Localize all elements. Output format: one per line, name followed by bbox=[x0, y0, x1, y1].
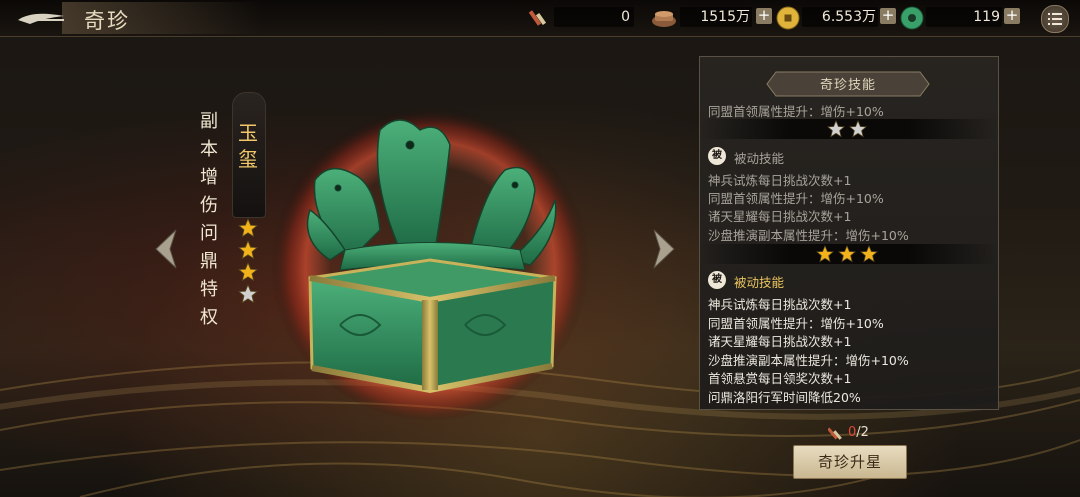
artifact-name: 玉 玺 bbox=[232, 120, 264, 172]
tier3-line: 首领悬赏每日领奖次数+1 bbox=[708, 371, 852, 386]
top-bar: 奇珍 0 1515万 + 6.553万 + 119 + bbox=[0, 0, 1080, 37]
tier3-line: 沙盘推演副本属性提升：增伤+10% bbox=[708, 353, 909, 368]
gold-coin-icon bbox=[776, 6, 800, 30]
tier3-star-band bbox=[700, 244, 998, 264]
artifact-star-rating bbox=[238, 218, 260, 306]
add-jade-button[interactable]: + bbox=[1004, 8, 1020, 24]
skill-panel-title: 奇珍技能 bbox=[819, 78, 876, 93]
privilege-char: 增 bbox=[200, 167, 218, 188]
tier2-line: 神兵试炼每日挑战次数+1 bbox=[708, 173, 852, 188]
privilege-char: 副 bbox=[200, 111, 218, 132]
resource-value: 0 bbox=[554, 7, 634, 27]
star-filled-icon bbox=[238, 262, 258, 282]
star-empty-icon bbox=[238, 284, 258, 304]
next-arrow-icon[interactable] bbox=[648, 228, 678, 270]
privilege-char: 特 bbox=[200, 279, 218, 300]
resource-ingot: 1515万 + bbox=[650, 7, 775, 29]
star-icon bbox=[860, 245, 878, 263]
privilege-text: 副 本 增 伤 问 鼎 特 权 bbox=[196, 108, 222, 332]
jade-seal-artifact-image bbox=[270, 100, 590, 420]
resource-value: 119 bbox=[926, 7, 1002, 27]
privilege-char: 问 bbox=[200, 223, 218, 244]
star-icon bbox=[827, 120, 845, 138]
resource-scroll: 0 bbox=[526, 7, 636, 29]
base-skill-line: 同盟首领属性提升：增伤+10% bbox=[708, 104, 884, 119]
artifact-name-char: 玺 bbox=[238, 147, 258, 171]
artifact-name-char: 玉 bbox=[238, 121, 258, 145]
scroll-icon bbox=[528, 10, 547, 26]
ingot-icon bbox=[652, 11, 676, 27]
list-icon bbox=[1048, 13, 1062, 25]
privilege-char: 权 bbox=[200, 307, 218, 328]
cost-need: 2 bbox=[860, 425, 869, 440]
resource-jade: 119 + bbox=[900, 6, 1025, 30]
tier2-heading: 被动技能 bbox=[734, 151, 785, 166]
jade-coin-icon bbox=[900, 6, 924, 30]
tier2-star-band bbox=[700, 119, 998, 139]
tier3-line: 诸天星耀每日挑战次数+1 bbox=[708, 334, 852, 349]
passive-badge: 被 bbox=[708, 271, 726, 289]
tier3-line: 问鼎洛阳行军时间降低20% bbox=[708, 390, 861, 405]
resource-gold-coin: 6.553万 + bbox=[776, 6, 896, 30]
menu-button[interactable] bbox=[1041, 5, 1069, 33]
star-icon bbox=[816, 245, 834, 263]
resource-value: 6.553万 bbox=[802, 7, 878, 27]
cost-text: 0/2 bbox=[848, 425, 869, 440]
upgrade-star-button[interactable]: 奇珍升星 bbox=[793, 445, 907, 479]
skill-panel: 奇珍技能 同盟首领属性提升：增伤+10% 被 被动技能 神兵试炼每日挑战次数+1… bbox=[699, 56, 999, 410]
scroll-icon bbox=[828, 427, 842, 440]
star-icon bbox=[838, 245, 856, 263]
page-title: 奇珍 bbox=[84, 9, 130, 33]
add-ingot-button[interactable]: + bbox=[756, 8, 772, 24]
tier3-line: 神兵试炼每日挑战次数+1 bbox=[708, 297, 852, 312]
star-icon bbox=[849, 120, 867, 138]
passive-badge: 被 bbox=[708, 147, 726, 165]
star-filled-icon bbox=[238, 240, 258, 260]
privilege-char: 鼎 bbox=[200, 251, 218, 272]
prev-arrow-icon[interactable] bbox=[152, 228, 182, 270]
back-arrow-icon[interactable] bbox=[14, 6, 70, 30]
resource-value: 1515万 bbox=[680, 7, 752, 27]
tier3-line: 同盟首领属性提升：增伤+10% bbox=[708, 316, 884, 331]
star-filled-icon bbox=[238, 218, 258, 238]
tier3-heading: 被动技能 bbox=[734, 275, 785, 290]
tier2-line: 同盟首领属性提升：增伤+10% bbox=[708, 191, 884, 206]
privilege-char: 伤 bbox=[200, 195, 218, 216]
tier2-line: 诸天星耀每日挑战次数+1 bbox=[708, 209, 852, 224]
add-gold-button[interactable]: + bbox=[880, 8, 896, 24]
tier2-line: 沙盘推演副本属性提升：增伤+10% bbox=[708, 228, 909, 243]
privilege-char: 本 bbox=[200, 139, 218, 160]
